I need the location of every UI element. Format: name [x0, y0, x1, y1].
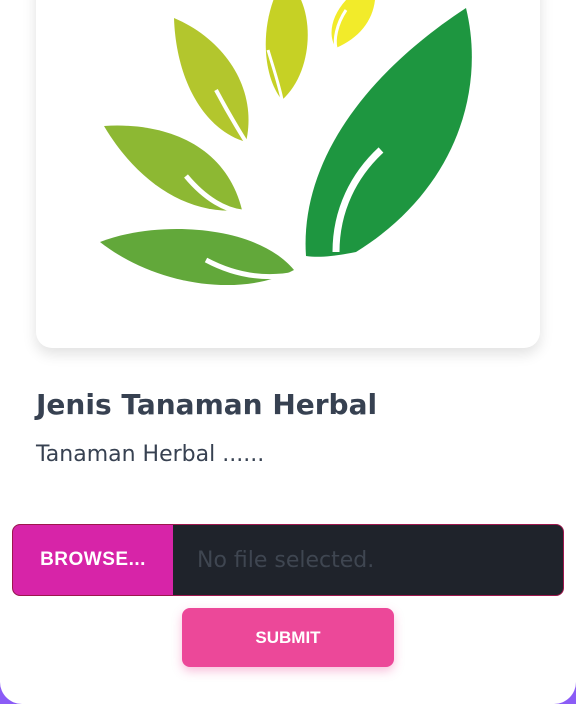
- card: Jenis Tanaman Herbal Tanaman Herbal ....…: [0, 0, 576, 704]
- submit-button[interactable]: SUBMIT: [182, 608, 394, 667]
- file-input[interactable]: BROWSE... No file selected.: [12, 524, 564, 596]
- card-title: Jenis Tanaman Herbal: [36, 388, 378, 421]
- file-status-text: No file selected.: [197, 547, 375, 573]
- card-description: Tanaman Herbal ......: [36, 442, 265, 467]
- browse-button[interactable]: BROWSE...: [13, 525, 173, 595]
- herbal-leaf-logo-icon: [100, 0, 472, 286]
- card-image: [36, 0, 540, 348]
